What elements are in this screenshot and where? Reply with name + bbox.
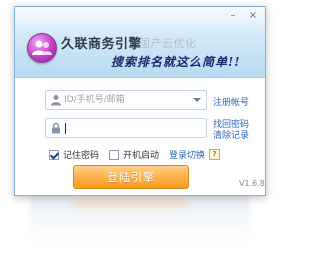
login-options: 记住密码 开机启动 登录切换 ? [49,148,221,161]
close-button[interactable]: × [247,10,259,22]
text-caret [65,123,66,134]
password-input[interactable] [64,121,192,135]
auto-start-label: 开机启动 [123,151,160,161]
help-icon[interactable]: ? [209,149,221,160]
remember-password-option[interactable]: 记住密码 [49,148,99,161]
auto-start-checkbox[interactable] [109,149,120,160]
remember-password-label: 记住密码 [63,151,100,161]
users-icon [27,33,57,63]
login-button-reflection [72,199,188,213]
account-input[interactable] [64,93,192,107]
register-link[interactable]: 注册帐号 [213,95,249,108]
account-field [45,90,207,110]
lock-icon [50,122,62,134]
remember-password-checkbox[interactable] [49,149,59,160]
login-mode-switch[interactable]: 登录切换 [169,148,205,161]
version-label: V1.6.8 [239,179,265,188]
login-window: – × 久联商务引擎 国产云优化 搜索排名就这么简单!! ID/手机号/邮箱 注… [14,6,266,196]
chevron-down-icon[interactable] [192,96,202,104]
brand-title: 久联商务引擎 [61,37,143,52]
user-icon [50,94,62,106]
window-controls: – × [227,10,259,22]
brand-subtitle: 国产云优化 [139,37,197,50]
header-banner: – × 久联商务引擎 国产云优化 搜索排名就这么简单!! [15,7,265,78]
window-reflection [30,197,250,241]
slogan: 搜索排名就这么简单!! [111,55,241,69]
clear-records-link[interactable]: 清除记录 [213,128,249,141]
auto-start-option[interactable]: 开机启动 [109,148,159,161]
minimize-button[interactable]: – [227,10,239,22]
password-field [45,118,207,138]
login-button[interactable]: 登陆引擎 [73,165,189,189]
